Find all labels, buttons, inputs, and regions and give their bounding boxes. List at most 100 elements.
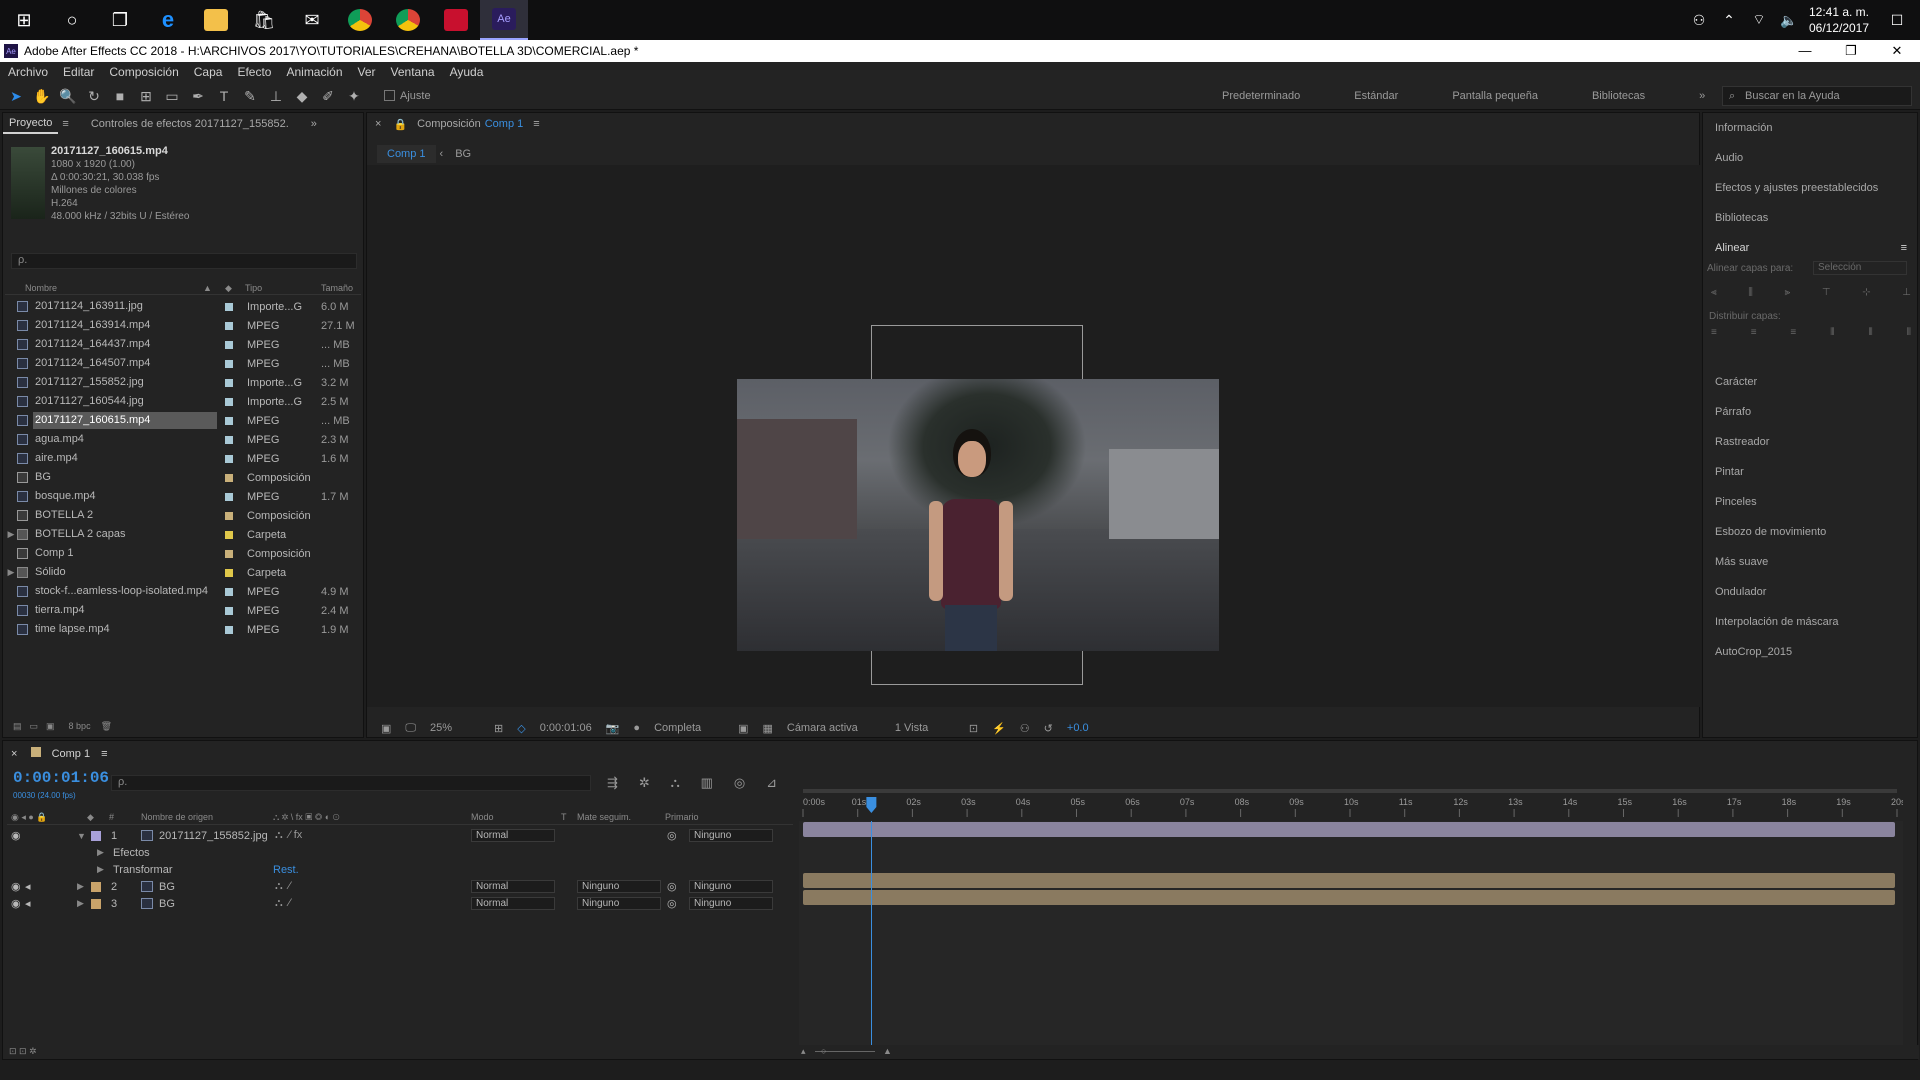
expand-property-icon[interactable]: ▶ (97, 847, 104, 858)
expand-folder-icon[interactable]: ▶ (5, 567, 17, 578)
time-ruler[interactable]: 0:00s 01s 02s 03s 04s 05s 06s 07s 08s 09s 10s 11s 12… (799, 789, 1903, 817)
work-area-bar[interactable] (803, 789, 1897, 793)
rectangle-tool-icon[interactable]: ▭ (162, 86, 182, 106)
grid-guides-icon[interactable]: ⊞ (494, 722, 503, 735)
flowchart-icon[interactable]: ⚇ (1020, 722, 1030, 735)
col-name[interactable]: Nombre (25, 283, 57, 293)
timeline-menu-icon[interactable]: ≡ (101, 748, 107, 760)
visibility-eye-icon[interactable]: ◉ (11, 880, 21, 893)
project-item-row[interactable]: BOTELLA 2 Composición (5, 506, 361, 525)
label-color-swatch[interactable] (225, 321, 233, 330)
views-dropdown[interactable]: 1 Vista (895, 722, 955, 734)
edge-icon[interactable]: e (144, 0, 192, 40)
people-icon[interactable]: ⚇ (1684, 12, 1714, 29)
panel-alinear[interactable]: Alinear ≡ (1703, 233, 1917, 263)
layer-duration-bar[interactable] (803, 873, 1895, 888)
label-color-swatch[interactable] (225, 473, 233, 482)
pan-behind-tool-icon[interactable]: ⊞ (136, 86, 156, 106)
audio-icon[interactable]: ◂ (25, 897, 31, 910)
playhead-handle[interactable] (866, 797, 877, 813)
layer-property-group[interactable]: ▶ Efectos (7, 844, 793, 861)
camera-tool-icon[interactable]: ■ (110, 86, 130, 106)
layer-row[interactable]: ◉ ▼ 1 20171127_155852.jpg ⛬ ⁄ fx Normal ◎ Ningu… (7, 827, 793, 844)
label-col-icon[interactable]: ◆ (87, 812, 94, 823)
label-color-swatch[interactable] (225, 549, 233, 558)
graph-editor-icon[interactable]: ⊿ (766, 775, 777, 791)
motion-blur-icon[interactable]: ◎ (734, 775, 745, 791)
panel-mas-suave[interactable]: Más suave (1703, 547, 1917, 577)
expand-folder-icon[interactable]: ▶ (5, 529, 17, 540)
panel-esbozo[interactable]: Esbozo de movimiento (1703, 517, 1917, 547)
dist-top-icon[interactable]: ≡ (1711, 327, 1717, 341)
pen-tool-icon[interactable]: ✒ (188, 86, 208, 106)
close-button[interactable]: ✕ (1874, 40, 1920, 62)
label-color-swatch[interactable] (225, 359, 233, 368)
layer-row[interactable]: ◉ ◂ ▶ 3 BG ⛬ ⁄ Normal Ninguno ◎ Ninguno (7, 895, 793, 912)
reset-exposure-icon[interactable]: ↺ (1044, 722, 1053, 735)
restore-button[interactable]: ❐ (1828, 40, 1874, 62)
label-color-swatch[interactable] (225, 511, 233, 520)
layer-switch-icons[interactable]: ⛬ ⁄ (275, 897, 291, 910)
label-color-swatch[interactable] (225, 340, 233, 349)
layer-source-name[interactable]: BG (159, 898, 175, 910)
frame-blending-icon[interactable]: ▥ (701, 775, 713, 791)
col-mode[interactable]: Modo (471, 812, 494, 822)
snap-toggle[interactable]: Ajuste (384, 90, 431, 102)
layer-duration-bar[interactable] (803, 822, 1895, 837)
layer-row[interactable]: ◉ ◂ ▶ 2 BG ⛬ ⁄ Normal Ninguno ◎ Ninguno (7, 878, 793, 895)
cortana-icon[interactable]: ○ (48, 0, 96, 40)
zoom-dropdown[interactable]: 25% (430, 722, 480, 734)
type-tool-icon[interactable]: T (214, 86, 234, 106)
draft-3d-icon[interactable]: ✲ (639, 775, 650, 791)
layer-source-name[interactable]: BG (159, 881, 175, 893)
layer-property-group[interactable]: ▶ Transformar Rest. (7, 861, 793, 878)
panel-efectos-ajustes[interactable]: Efectos y ajustes preestablecidos (1703, 173, 1917, 203)
interpret-footage-icon[interactable]: ▤ (13, 721, 22, 732)
col-matte[interactable]: Mate seguim. (577, 812, 631, 822)
parent-pickwhip-icon[interactable]: ◎ (667, 829, 677, 842)
panel-parrafo[interactable]: Párrafo (1703, 397, 1917, 427)
audio-icon[interactable]: ◂ (25, 880, 31, 893)
project-item-row[interactable]: Comp 1 Composición (5, 544, 361, 563)
current-time-display[interactable]: 0:00:01:06 (13, 769, 109, 787)
panel-bibliotecas[interactable]: Bibliotecas (1703, 203, 1917, 233)
workspace-predeterminado[interactable]: Predeterminado (1222, 90, 1300, 102)
snap-checkbox[interactable] (384, 90, 395, 101)
dist-right-icon[interactable]: ⦀ (1907, 327, 1911, 341)
project-item-row[interactable]: 20171124_163911.jpg Importe...G 6.0 M (5, 297, 361, 316)
align-hcenter-icon[interactable]: ⫼ (1748, 287, 1753, 301)
label-color-swatch[interactable] (225, 625, 233, 634)
layer-source-name[interactable]: 20171127_155852.jpg (159, 830, 268, 842)
col-sort-icon[interactable]: ▲ (203, 283, 212, 293)
layer-label-swatch[interactable] (91, 830, 101, 841)
clone-stamp-tool-icon[interactable]: ⊥ (266, 86, 286, 106)
transparency-grid-icon[interactable]: ▦ (762, 722, 772, 735)
timeline-search-input[interactable]: ρ. (111, 775, 591, 791)
panel-caracter[interactable]: Carácter (1703, 367, 1917, 397)
label-color-swatch[interactable] (225, 302, 233, 311)
track-matte-dropdown[interactable]: Ninguno (577, 897, 661, 910)
store-icon[interactable]: 🛍 (240, 0, 288, 40)
project-item-row[interactable]: time lapse.mp4 MPEG 1.9 M (5, 620, 361, 639)
expand-layer-icon[interactable]: ▶ (77, 881, 84, 892)
blend-mode-dropdown[interactable]: Normal (471, 880, 555, 893)
panel-autocrop[interactable]: AutoCrop_2015 (1703, 637, 1917, 667)
composition-viewer[interactable] (367, 165, 1701, 707)
comp-timecode[interactable]: 0:00:01:06 (540, 722, 592, 734)
exposure-value[interactable]: +0.0 (1067, 722, 1089, 734)
resolution-dropdown[interactable]: Completa (654, 722, 724, 734)
dist-bottom-icon[interactable]: ≡ (1790, 327, 1796, 341)
zoom-out-icon[interactable]: ▴ (801, 1046, 806, 1057)
label-color-swatch[interactable] (225, 568, 233, 577)
clock[interactable]: 12:41 a. m. 06/12/2017 (1804, 4, 1874, 36)
align-vcenter-icon[interactable]: ⊹ (1862, 287, 1870, 301)
col-t[interactable]: T (561, 812, 567, 822)
brush-tool-icon[interactable]: ✎ (240, 86, 260, 106)
project-item-row[interactable]: 20171127_160615.mp4 MPEG ... MB (5, 411, 361, 430)
close-timeline-tab-icon[interactable]: × (11, 748, 17, 760)
visibility-eye-icon[interactable]: ◉ (11, 829, 21, 842)
expand-property-icon[interactable]: ▶ (97, 864, 104, 875)
expand-panel-icon[interactable]: » (311, 118, 317, 130)
mail-icon[interactable]: ✉ (288, 0, 336, 40)
project-item-row[interactable]: 20171127_160544.jpg Importe...G 2.5 M (5, 392, 361, 411)
